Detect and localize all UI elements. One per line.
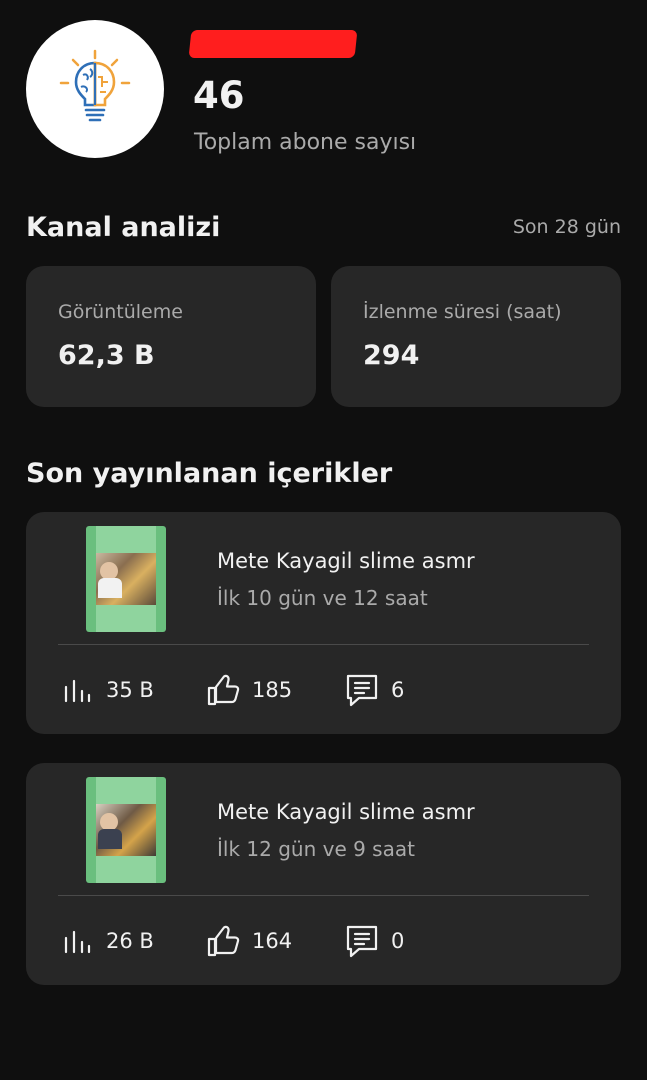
likes-count: 164 <box>252 929 293 953</box>
likes-stat: 185 <box>206 672 292 708</box>
comment-icon <box>346 925 378 958</box>
metric-value: 294 <box>363 340 420 371</box>
recent-content-title: Son yayınlanan içerikler <box>26 458 393 489</box>
lightbulb-brain-icon <box>59 49 131 122</box>
video-card[interactable]: Mete Kayagil slime asmr İlk 10 gün ve 12… <box>26 512 621 734</box>
thumbs-up-icon <box>207 925 240 957</box>
likes-stat: 164 <box>206 923 292 959</box>
views-metric-card[interactable]: Görüntüleme 62,3 B <box>26 266 316 407</box>
views-count: 26 B <box>106 929 154 953</box>
bar-chart-icon <box>64 679 91 703</box>
redacted-channel-name <box>188 30 358 58</box>
comments-stat: 0 <box>345 923 404 959</box>
video-thumbnail[interactable] <box>86 526 166 632</box>
video-title[interactable]: Mete Kayagil slime asmr <box>217 549 475 573</box>
video-period: İlk 12 gün ve 9 saat <box>217 837 415 861</box>
channel-avatar[interactable] <box>26 20 164 158</box>
comments-count: 6 <box>391 678 405 702</box>
comment-icon <box>346 674 378 707</box>
thumbs-up-icon <box>207 674 240 706</box>
views-stat: 35 B <box>60 672 154 708</box>
metric-label: İzlenme süresi (saat) <box>363 301 562 323</box>
divider <box>58 644 589 645</box>
views-count: 35 B <box>106 678 154 702</box>
subscriber-label: Toplam abone sayısı <box>194 130 417 155</box>
likes-count: 185 <box>252 678 293 702</box>
video-thumbnail[interactable] <box>86 777 166 883</box>
video-period: İlk 10 gün ve 12 saat <box>217 586 428 610</box>
subscriber-count: 46 <box>193 74 245 117</box>
bar-chart-icon <box>64 930 91 954</box>
metric-value: 62,3 B <box>58 340 155 371</box>
watch-time-metric-card[interactable]: İzlenme süresi (saat) 294 <box>331 266 621 407</box>
comments-stat: 6 <box>345 672 404 708</box>
analytics-title: Kanal analizi <box>26 212 221 243</box>
divider <box>58 895 589 896</box>
studio-dashboard: 46 Toplam abone sayısı Kanal analizi Son… <box>0 0 647 1080</box>
comments-count: 0 <box>391 929 405 953</box>
video-title[interactable]: Mete Kayagil slime asmr <box>217 800 475 824</box>
video-card[interactable]: Mete Kayagil slime asmr İlk 12 gün ve 9 … <box>26 763 621 985</box>
period-label: Son 28 gün <box>512 216 621 238</box>
metric-label: Görüntüleme <box>58 301 183 323</box>
views-stat: 26 B <box>60 923 154 959</box>
